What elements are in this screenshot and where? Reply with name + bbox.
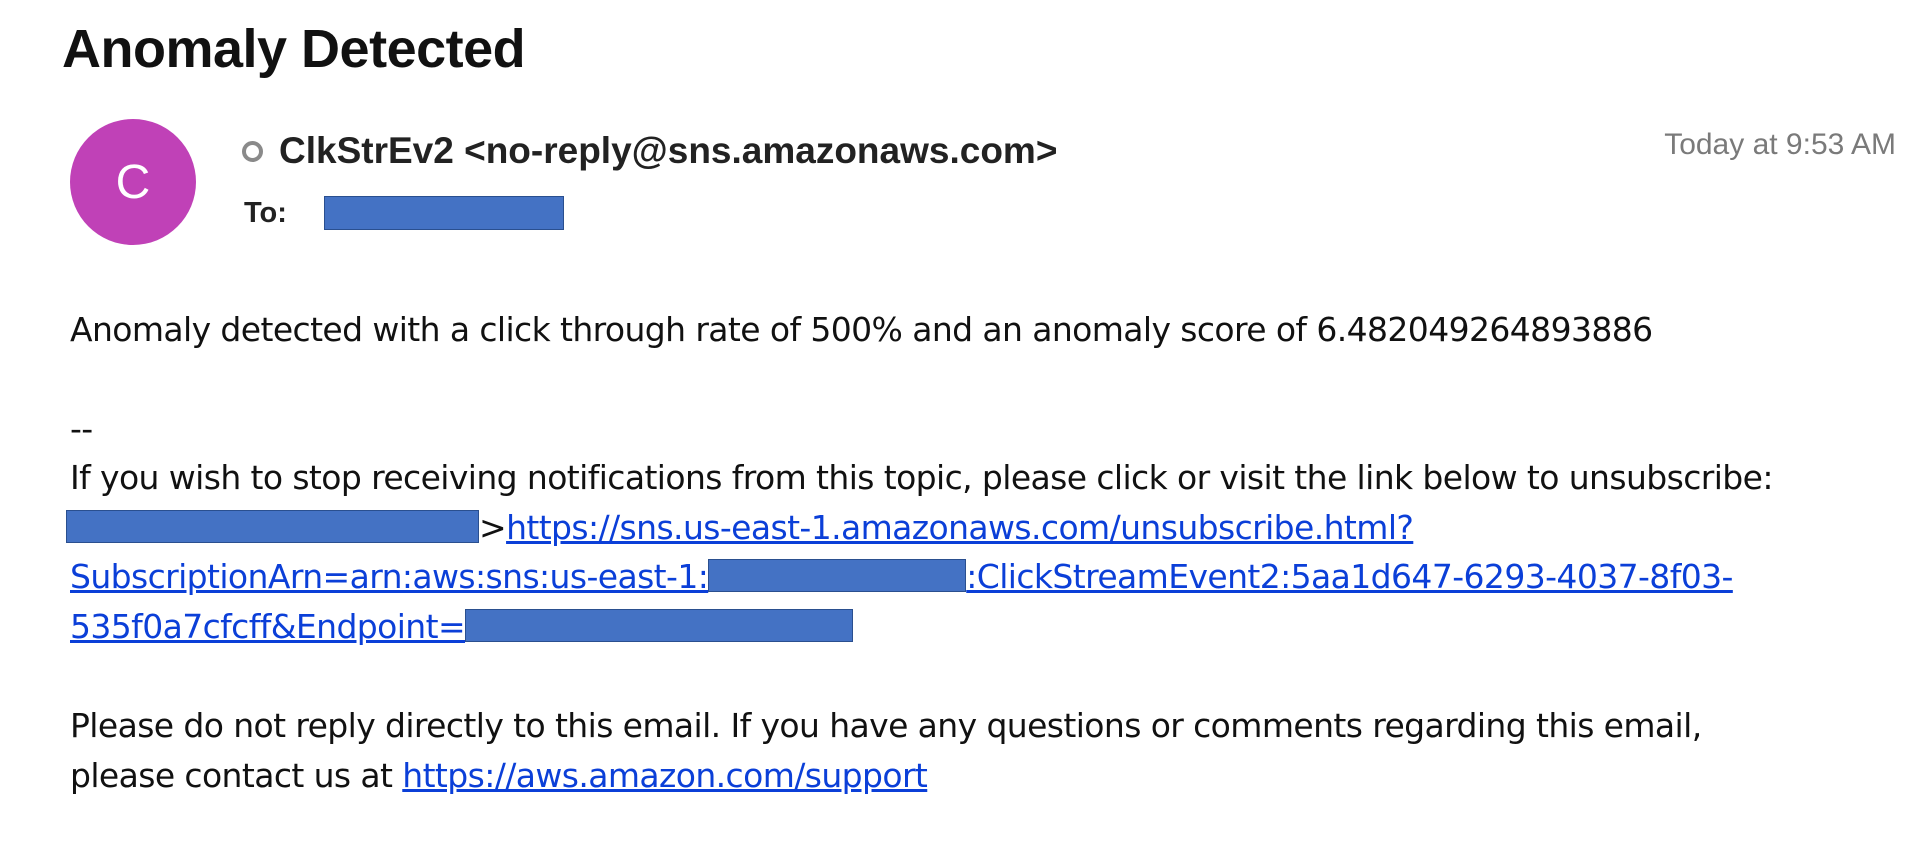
email-timestamp: Today at 9:53 AM [1664,128,1896,161]
footer-line-1: Please do not reply directly to this ema… [70,706,1702,745]
unsubscribe-intro: If you wish to stop receiving notificati… [70,458,1773,497]
avatar-initial: C [115,155,151,209]
support-link[interactable]: https://aws.amazon.com/support [402,756,928,795]
recipient-redaction [324,196,564,230]
to-label: To: [244,196,287,229]
unsubscribe-link-part-2[interactable]: SubscriptionArn=arn:aws:sns:us-east-1: [70,557,709,596]
sender-row: ClkStrEv2 <no-reply@sns.amazonaws.com> [242,130,1057,172]
unsubscribe-link[interactable]: https://sns.us-east-1.amazonaws.com/unsu… [506,508,1414,547]
signature-separator: -- [70,409,93,448]
status-dot-icon [242,140,263,162]
endpoint-redaction [465,609,854,642]
unsubscribe-link-line-3: 535f0a7cfcff&Endpoint= [70,607,854,647]
footer-contact-prefix: please contact us at [70,756,403,795]
angle-bracket: > [479,508,507,547]
unsubscribe-link-line-2: SubscriptionArn=arn:aws:sns:us-east-1: :C… [70,557,1733,597]
recipient-row: To: [244,196,564,230]
account-redaction [708,559,967,592]
unsubscribe-link-part-4[interactable]: 535f0a7cfcff&Endpoint= [70,607,466,646]
unsubscribe-link-part-3[interactable]: :ClickStreamEvent2:5aa1d647-6293-4037-8f… [966,557,1733,596]
sender-avatar: C [70,119,196,245]
email-subject: Anomaly Detected [62,19,526,79]
sender-address[interactable]: ClkStrEv2 <no-reply@sns.amazonaws.com> [279,130,1057,172]
footer-line-2: please contact us at https://aws.amazon.… [70,756,928,796]
unsubscribe-link-line-1: >https://sns.us-east-1.amazonaws.com/uns… [66,508,1414,548]
email-redaction [66,510,479,543]
anomaly-message: Anomaly detected with a click through ra… [70,310,1653,349]
